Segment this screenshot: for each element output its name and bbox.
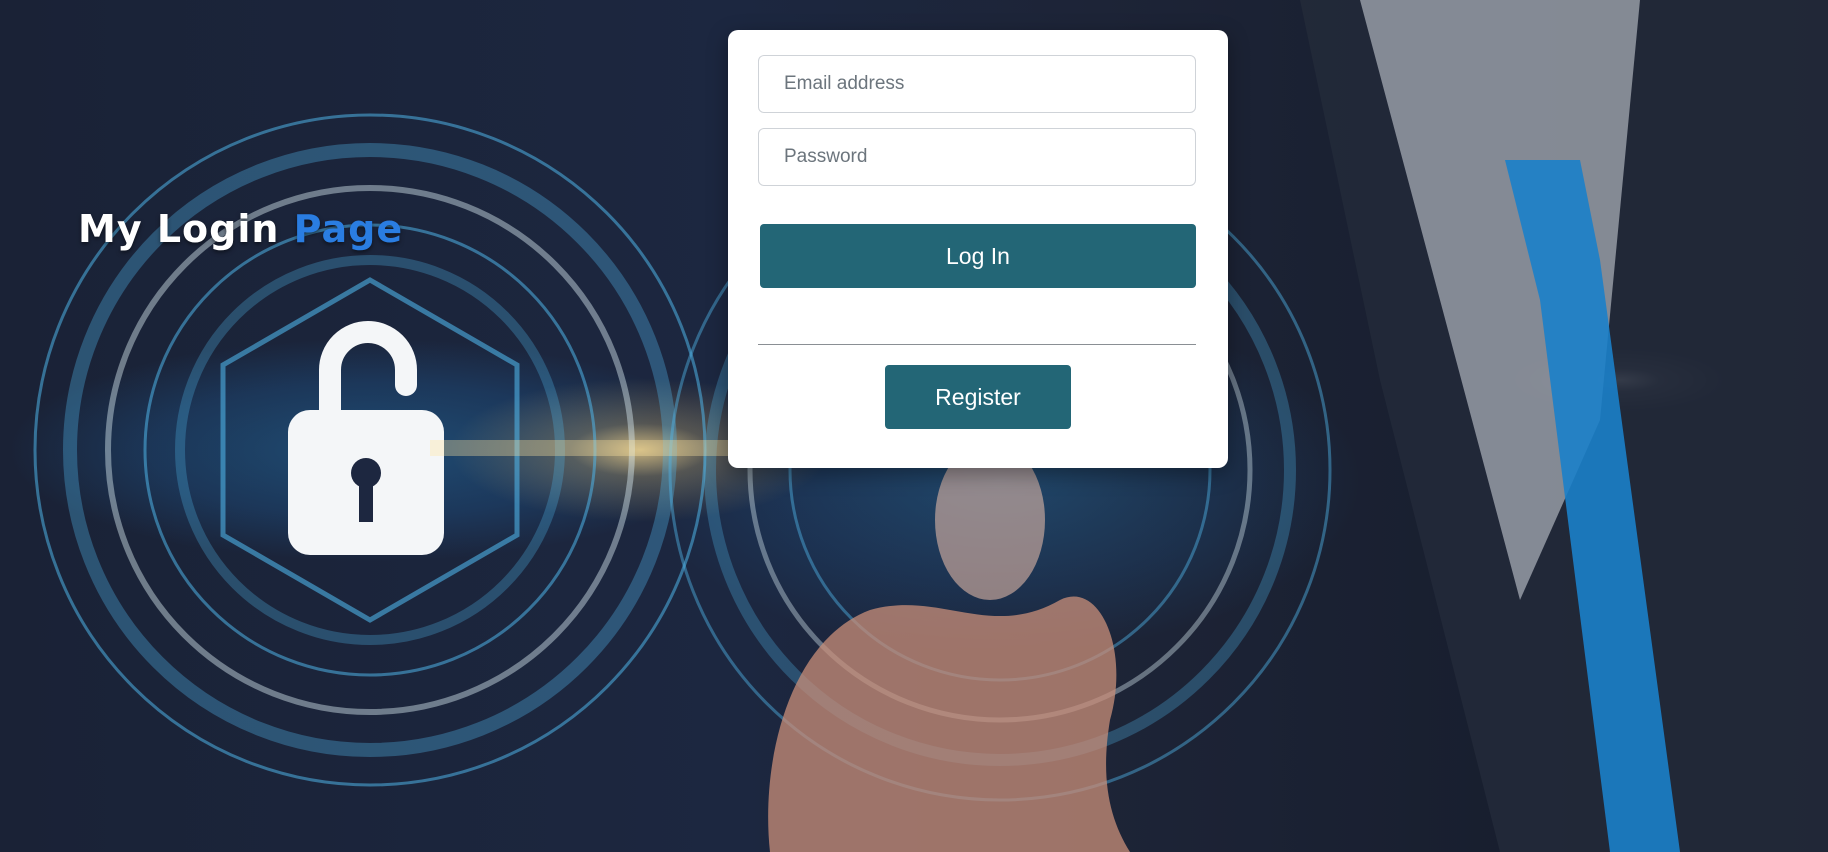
login-card: Log In Register <box>728 30 1228 468</box>
login-button[interactable]: Log In <box>760 224 1196 288</box>
page-title-main: My Login <box>78 207 280 251</box>
padlock-icon <box>288 321 444 555</box>
fingerprint-icon <box>768 440 1130 852</box>
email-field[interactable] <box>758 55 1196 113</box>
businessman-graphic <box>1300 0 1828 852</box>
divider <box>758 344 1196 345</box>
page-title: My Login Page <box>78 207 403 251</box>
password-field[interactable] <box>758 128 1196 186</box>
register-button[interactable]: Register <box>885 365 1071 429</box>
page-title-accent: Page <box>293 207 404 251</box>
